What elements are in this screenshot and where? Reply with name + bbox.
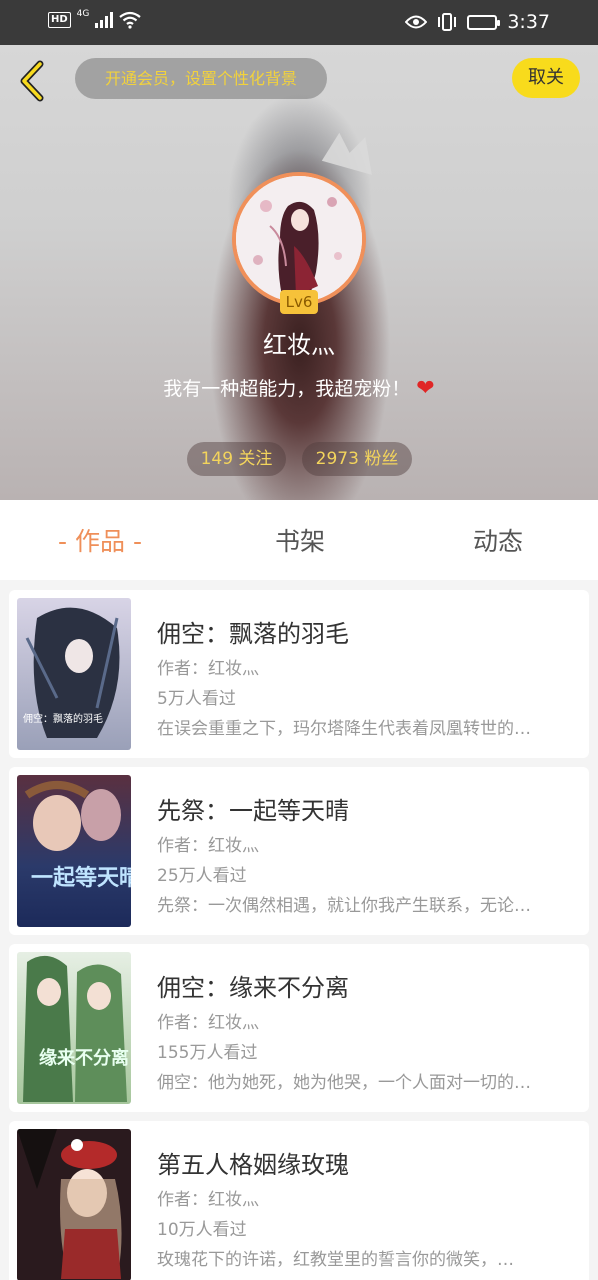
work-cover[interactable]: 佣空：飘落的羽毛 [17, 598, 131, 750]
work-views: 155万人看过 [157, 1043, 258, 1063]
work-views: 5万人看过 [157, 689, 236, 709]
work-title[interactable]: 佣空：缘来不分离 [157, 968, 349, 1003]
status-bar: HD 4G 3:37 [0, 0, 598, 45]
tab-bookshelf[interactable]: 书架 [200, 500, 400, 580]
hd-badge: HD [48, 12, 71, 28]
work-card[interactable]: 第五人格姻缘玫瑰 作者：红妆灬 10万人看过 玫瑰花下的许诺，红教堂里的誓言你的… [9, 1121, 589, 1280]
tab-works[interactable]: - 作品 - [0, 500, 200, 580]
profile-header: 开通会员，设置个性化背景 取关 Lv6 红妆灬 我有一种超能力，我超宠粉！ ❤ 1… [0, 45, 598, 500]
work-author: 作者：红妆灬 [157, 836, 259, 856]
work-views: 25万人看过 [157, 866, 247, 886]
work-card[interactable]: 缘来不分离 佣空：缘来不分离 作者：红妆灬 155万人看过 佣空：他为她死，她为… [9, 944, 589, 1112]
work-description: 在误会重重之下，玛尔塔降生代表着凤凰转世的… [157, 719, 531, 739]
work-description: 佣空：他为她死，她为他哭，一个人面对一切的… [157, 1073, 531, 1093]
network-type: 4G [76, 9, 90, 19]
bio: 我有一种超能力，我超宠粉！ ❤ [0, 374, 598, 401]
fans-count[interactable]: 2973 粉丝 [302, 442, 412, 476]
cover-title: 一起等天晴 [31, 865, 131, 891]
signal-icon [95, 12, 114, 28]
work-description: 玫瑰花下的许诺，红教堂里的誓言你的微笑，… [157, 1250, 514, 1270]
battery-icon [467, 14, 501, 30]
cover-title: 佣空：飘落的羽毛 [23, 712, 103, 725]
work-card[interactable]: 佣空：飘落的羽毛 佣空：飘落的羽毛 作者：红妆灬 5万人看过 在误会重重之下，玛… [9, 590, 589, 758]
work-cover[interactable]: 缘来不分离 [17, 952, 131, 1104]
bio-text: 我有一种超能力，我超宠粉！ [163, 378, 411, 400]
work-description: 先祭：一次偶然相遇，就让你我产生联系，无论… [157, 896, 531, 916]
work-author: 作者：红妆灬 [157, 1190, 259, 1210]
work-author: 作者：红妆灬 [157, 1013, 259, 1033]
work-author: 作者：红妆灬 [157, 659, 259, 679]
work-title[interactable]: 佣空：飘落的羽毛 [157, 614, 349, 649]
vibrate-icon [438, 13, 457, 31]
following-count[interactable]: 149 关注 [187, 442, 286, 476]
work-title[interactable]: 先祭：一起等天晴 [157, 791, 349, 826]
tab-activity[interactable]: 动态 [398, 500, 598, 580]
avatar[interactable] [232, 172, 366, 306]
work-card[interactable]: 一起等天晴 先祭：一起等天晴 作者：红妆灬 25万人看过 先祭：一次偶然相遇，就… [9, 767, 589, 935]
work-title[interactable]: 第五人格姻缘玫瑰 [157, 1145, 349, 1180]
level-badge: Lv6 [280, 290, 318, 314]
unfollow-button[interactable]: 取关 [512, 58, 580, 98]
clock: 3:37 [507, 11, 550, 33]
back-icon[interactable] [14, 59, 54, 103]
vip-background-button[interactable]: 开通会员，设置个性化背景 [75, 58, 327, 99]
username: 红妆灬 [263, 331, 335, 359]
work-views: 10万人看过 [157, 1220, 247, 1240]
work-cover[interactable]: 一起等天晴 [17, 775, 131, 927]
eye-icon [405, 15, 428, 29]
profile-tabs: - 作品 - 书架 动态 [0, 500, 598, 580]
cover-title: 缘来不分离 [39, 1047, 129, 1069]
work-cover[interactable] [17, 1129, 131, 1280]
wifi-icon [119, 11, 142, 29]
heart-icon: ❤ [416, 376, 435, 401]
